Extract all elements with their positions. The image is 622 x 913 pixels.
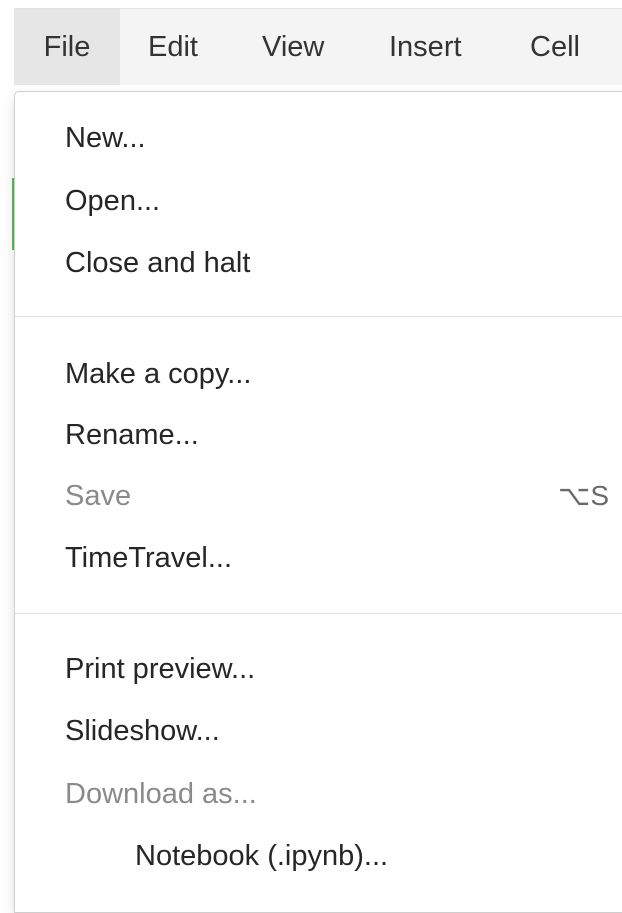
menubar: File Edit View Insert Cell [14, 8, 622, 85]
menu-insert[interactable]: Insert [389, 9, 462, 85]
menu-item-save-label: Save [65, 480, 132, 512]
menu-item-close-and-halt[interactable]: Close and halt [65, 233, 615, 293]
menu-edit[interactable]: Edit [148, 9, 198, 85]
menu-item-download-as[interactable]: Download as... [65, 764, 615, 824]
menu-item-slideshow[interactable]: Slideshow... [65, 701, 615, 761]
menu-item-open[interactable]: Open... [65, 171, 615, 231]
menu-item-rename[interactable]: Rename... [65, 405, 615, 465]
menu-item-print-preview[interactable]: Print preview... [65, 639, 615, 699]
menu-divider [15, 613, 622, 614]
menu-item-make-a-copy[interactable]: Make a copy... [65, 344, 615, 404]
menu-file[interactable]: File [14, 9, 120, 85]
menu-view[interactable]: View [262, 9, 324, 85]
save-shortcut: ⌥S [558, 480, 609, 511]
menu-item-timetravel[interactable]: TimeTravel... [65, 528, 615, 588]
file-dropdown-menu: New... Open... Close and halt Make a cop… [14, 91, 622, 913]
menu-item-new[interactable]: New... [65, 108, 615, 168]
menu-divider [15, 316, 622, 317]
menu-cell[interactable]: Cell [530, 9, 580, 85]
menu-item-save[interactable]: Save ⌥S [65, 466, 615, 526]
menu-item-download-notebook[interactable]: Notebook (.ipynb)... [135, 826, 615, 886]
